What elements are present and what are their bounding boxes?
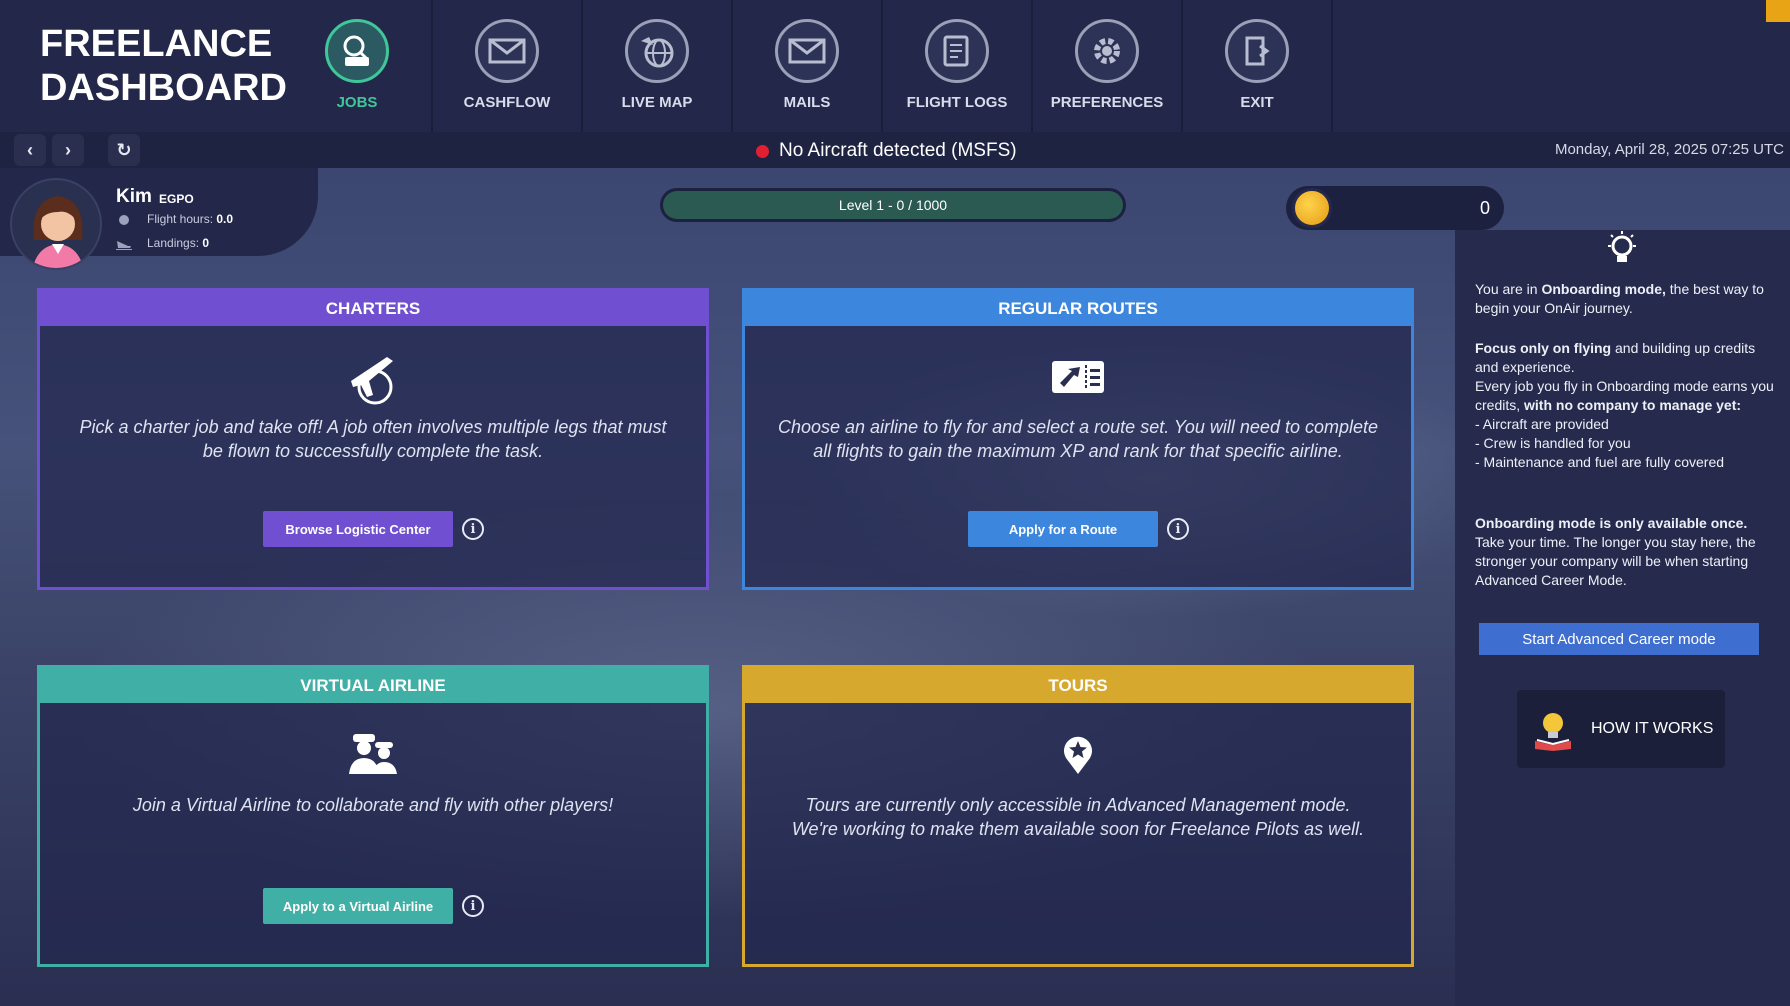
chevron-left-icon: ‹ [27, 139, 33, 160]
forward-button[interactable]: › [52, 134, 84, 166]
apply-virtual-airline-button[interactable]: Apply to a Virtual Airline [263, 888, 453, 924]
lightbulb-icon [1604, 230, 1640, 275]
charters-card: CHARTERS Pick a charter job and take off… [37, 288, 709, 590]
status-text: No Aircraft detected (MSFS) [779, 140, 1017, 161]
flight-hours: Flight hours: 0.0 [147, 212, 233, 226]
nav-label: LIVE MAP [621, 94, 693, 111]
live-map-icon [625, 19, 689, 83]
logo-line1: FREELANCE [40, 23, 273, 65]
how-it-works-button[interactable]: HOW IT WORKS [1517, 690, 1725, 768]
browse-logistic-center-button[interactable]: Browse Logistic Center [263, 511, 453, 547]
nav-exit[interactable]: EXIT [1183, 0, 1333, 132]
card-title: VIRTUAL AIRLINE [40, 668, 706, 703]
exit-icon [1225, 19, 1289, 83]
nav-mails[interactable]: MAILS [733, 0, 883, 132]
card-description: Tours are currently only accessible in A… [775, 793, 1381, 841]
text-bold: Onboarding mode, [1541, 281, 1666, 297]
landings: Landings: 0 [147, 236, 209, 250]
level-text: Level 1 - 0 / 1000 [663, 191, 1123, 219]
nav-jobs[interactable]: JOBS [283, 0, 433, 132]
flight-hours-label: Flight hours: [147, 212, 214, 226]
text: Take your time. The longer you stay here… [1475, 534, 1756, 588]
regular-routes-card: REGULAR ROUTES Choose an airline to fly … [742, 288, 1414, 590]
ticket-icon [1050, 357, 1106, 402]
app-logo: FREELANCE DASHBOARD [40, 22, 287, 110]
how-it-works-label: HOW IT WORKS [1591, 720, 1714, 737]
text: You are in [1475, 281, 1542, 297]
text-bold: Focus only on flying [1475, 340, 1612, 356]
flight-logs-icon [925, 19, 989, 83]
flight-hours-value: 0.0 [216, 212, 234, 226]
nav-flight-logs[interactable]: FLIGHT LOGS [883, 0, 1033, 132]
card-title: CHARTERS [40, 291, 706, 326]
tours-desc-line1: Tours are currently only accessible in A… [805, 795, 1351, 815]
cashflow-icon [475, 19, 539, 83]
gear-icon [1075, 19, 1139, 83]
nav-label: EXIT [1240, 94, 1274, 111]
mail-icon [775, 19, 839, 83]
virtual-airline-card: VIRTUAL AIRLINE Join a Virtual Airline t… [37, 665, 709, 967]
nav-label: FLIGHT LOGS [906, 94, 1008, 111]
map-pin-star-icon [1060, 732, 1096, 781]
bullet: - Maintenance and fuel are fully covered [1475, 454, 1725, 470]
clock-icon [118, 213, 130, 225]
text-bold: with no company to manage yet: [1524, 397, 1742, 413]
bullet: - Aircraft are provided [1475, 416, 1609, 432]
logo-line2: DASHBOARD [40, 67, 287, 109]
info-icon[interactable]: i [462, 895, 484, 917]
nav-label: JOBS [336, 94, 378, 111]
onboarding-intro: You are in Onboarding mode, the best way… [1475, 280, 1775, 318]
nav-preferences[interactable]: PREFERENCES [1033, 0, 1183, 132]
landings-label: Landings: [147, 236, 200, 250]
pilots-icon [345, 730, 401, 781]
card-description: Choose an airline to fly for and select … [777, 417, 1379, 461]
back-button[interactable]: ‹ [14, 134, 46, 166]
card-title: TOURS [745, 668, 1411, 703]
nav-label: PREFERENCES [1050, 94, 1164, 111]
landings-value: 0 [202, 236, 210, 250]
tours-card: TOURS Tours are currently only accessibl… [742, 665, 1414, 967]
bullet: - Crew is handled for you [1475, 435, 1631, 451]
aircraft-status: No Aircraft detected (MSFS) [756, 140, 1017, 162]
status-dot-icon [756, 144, 769, 158]
fullscreen-button[interactable] [1766, 0, 1790, 22]
landing-icon [116, 237, 132, 250]
info-icon[interactable]: i [1167, 518, 1189, 540]
start-advanced-career-button[interactable]: Start Advanced Career mode [1479, 623, 1759, 655]
coin-icon [1292, 188, 1332, 228]
card-title: REGULAR ROUTES [745, 291, 1411, 326]
card-description: Pick a charter job and take off! A job o… [79, 417, 667, 461]
charter-globe-plane-icon [343, 351, 403, 412]
apply-for-route-button[interactable]: Apply for a Route [968, 511, 1158, 547]
nav-cashflow[interactable]: CASHFLOW [433, 0, 583, 132]
refresh-button[interactable]: ↻ [108, 134, 140, 166]
onboarding-once: Onboarding mode is only available once. … [1475, 514, 1775, 590]
jobs-icon [325, 19, 389, 83]
level-progress-bar: Level 1 - 0 / 1000 [660, 188, 1126, 222]
nav-live-map[interactable]: LIVE MAP [583, 0, 733, 132]
pilot-name: Kim [116, 186, 152, 207]
text-bold: Onboarding mode is only available once. [1475, 515, 1748, 531]
refresh-icon: ↻ [116, 139, 132, 160]
card-description: Join a Virtual Airline to collaborate an… [132, 795, 614, 815]
datetime: Monday, April 28, 2025 07:25 UTC [1554, 141, 1784, 158]
pilot-code: EGPO [159, 192, 194, 206]
avatar[interactable] [10, 178, 102, 270]
lightbulb-book-icon [1535, 713, 1571, 751]
info-icon[interactable]: i [462, 518, 484, 540]
tours-desc-line2: We're working to make them available soo… [791, 819, 1365, 839]
credits-value: 0 [1480, 198, 1491, 218]
onboarding-focus: Focus only on flying and building up cre… [1475, 339, 1775, 472]
nav-label: CASHFLOW [463, 94, 551, 111]
chevron-right-icon: › [65, 139, 71, 160]
nav-label: MAILS [783, 94, 831, 111]
